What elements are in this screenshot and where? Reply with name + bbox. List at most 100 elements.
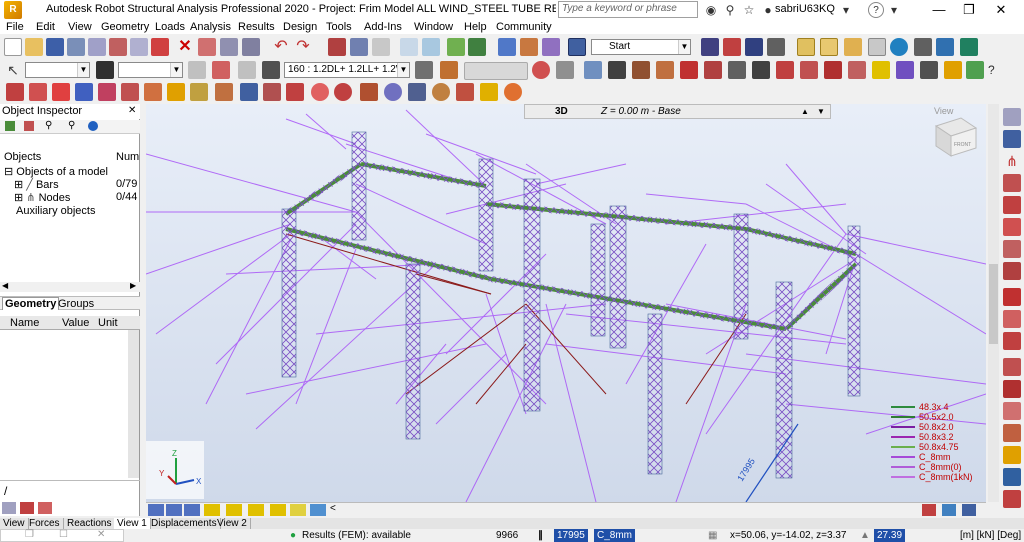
chevron-down-icon[interactable]: ▼ xyxy=(397,63,409,77)
move-icon[interactable] xyxy=(608,61,626,79)
case-icon[interactable] xyxy=(238,61,256,79)
calc-options-icon[interactable] xyxy=(350,38,368,56)
edit-table-icon[interactable] xyxy=(844,38,862,56)
solid-tool-icon[interactable] xyxy=(1003,446,1021,464)
section-tool-icon[interactable] xyxy=(1003,108,1021,126)
connections-icon[interactable] xyxy=(432,83,450,101)
expand-icon[interactable]: ⊞ xyxy=(14,179,23,191)
rotate-icon[interactable] xyxy=(656,61,674,79)
brace-tool-icon[interactable] xyxy=(1003,262,1021,280)
flag-icon[interactable] xyxy=(20,502,34,514)
menu-help[interactable]: Help xyxy=(464,20,487,34)
chart-icon[interactable] xyxy=(936,38,954,56)
star-icon[interactable]: ☆ xyxy=(741,2,757,18)
shape-icon[interactable] xyxy=(966,61,984,79)
redo-icon[interactable]: ↷ xyxy=(294,38,312,56)
scrollbar-thumb[interactable] xyxy=(989,264,998,344)
scroll-left-icon[interactable]: < xyxy=(330,503,336,514)
binoculars-icon[interactable]: ◉ xyxy=(703,2,719,18)
deformation-icon[interactable] xyxy=(286,83,304,101)
hand-icon[interactable] xyxy=(440,61,458,79)
lock-icon[interactable] xyxy=(372,38,390,56)
load-up-icon[interactable] xyxy=(415,61,433,79)
footer-cursor-icon[interactable]: / xyxy=(4,484,7,498)
view-filter-icon[interactable] xyxy=(922,504,936,516)
nodes-icon[interactable] xyxy=(6,83,24,101)
layout-select[interactable]: Start ▼ xyxy=(591,39,691,55)
wall-tool-icon[interactable] xyxy=(1003,402,1021,420)
zoom-window-icon[interactable] xyxy=(422,38,440,56)
load-case-icon[interactable] xyxy=(262,61,280,79)
tree-item-bars[interactable]: ⊞ ╱ Bars 0/79 xyxy=(14,178,138,191)
panels-icon[interactable] xyxy=(190,83,208,101)
chevron-down-icon[interactable]: ▼ xyxy=(678,40,690,54)
fill-view-icon[interactable] xyxy=(290,504,306,516)
cable-tool-icon[interactable] xyxy=(1003,288,1021,306)
menu-design[interactable]: Design xyxy=(283,20,317,34)
status-units[interactable]: [m] [kN] [Deg] xyxy=(960,529,1021,542)
panel-view-icon[interactable] xyxy=(270,504,286,516)
refresh-icon[interactable] xyxy=(24,121,34,131)
grid-snap-icon[interactable]: ▦ xyxy=(708,529,717,542)
delete-tool-icon[interactable] xyxy=(920,61,938,79)
menu-results[interactable]: Results xyxy=(238,20,275,34)
maps-icon[interactable] xyxy=(334,83,352,101)
menu-community[interactable]: Community xyxy=(496,20,552,34)
status-angle[interactable]: 27.39 xyxy=(874,529,906,542)
intersect-icon[interactable] xyxy=(728,61,746,79)
bar-select-icon[interactable]: ∥ xyxy=(538,529,543,542)
screen-capture-icon[interactable] xyxy=(109,38,127,56)
mirror-icon[interactable] xyxy=(680,61,698,79)
save-icon[interactable] xyxy=(46,38,64,56)
extend-icon[interactable] xyxy=(752,61,770,79)
mirror-plane-icon[interactable] xyxy=(704,61,722,79)
grid-icon[interactable] xyxy=(701,38,719,56)
material-tool-icon[interactable] xyxy=(1003,130,1021,148)
bar-selection-icon[interactable] xyxy=(96,61,114,79)
viewport-3d[interactable]: 3D Z = 0.00 m - Base ▲ ▼ 17995 View FRON… xyxy=(146,104,986,502)
tab-groups[interactable]: Groups xyxy=(58,298,94,310)
offset-icon[interactable] xyxy=(632,61,650,79)
filter-objects-icon[interactable] xyxy=(5,121,15,131)
expand-icon[interactable]: ⊞ xyxy=(14,192,23,204)
view-yz-icon[interactable] xyxy=(184,504,200,516)
scroll-right-icon[interactable]: ▶ xyxy=(130,281,136,290)
viewport-v-scrollbar[interactable] xyxy=(988,104,999,502)
tab-reactions[interactable]: Reactions xyxy=(64,518,116,529)
tab-view-2[interactable]: View 2 xyxy=(214,518,251,529)
preview-restore-icon[interactable]: ❐ xyxy=(25,529,34,540)
menu-add-ins[interactable]: Add-Ins xyxy=(364,20,402,34)
view-cube[interactable]: View FRONT xyxy=(934,106,978,157)
close-panel-icon[interactable]: ✕ xyxy=(128,105,136,116)
new-icon[interactable] xyxy=(4,38,22,56)
tab-view-1[interactable]: View 1 xyxy=(114,518,151,529)
tree-root[interactable]: ⊟ Objects of a model xyxy=(4,165,108,178)
render-icon[interactable] xyxy=(504,83,522,101)
column-tool-icon[interactable] xyxy=(1003,218,1021,236)
sections-view-icon[interactable] xyxy=(226,504,242,516)
design-tool-icon[interactable] xyxy=(520,38,538,56)
report-icon[interactable] xyxy=(130,38,148,56)
plant-tool-icon[interactable] xyxy=(468,38,486,56)
scroll-left-icon[interactable]: ◀ xyxy=(2,281,8,290)
shape-view-icon[interactable] xyxy=(248,504,264,516)
symbols-icon[interactable] xyxy=(767,38,785,56)
preferences-icon[interactable] xyxy=(868,38,886,56)
tab-geometry[interactable]: Geometry xyxy=(2,297,60,310)
tab-displacements[interactable]: Displacements xyxy=(148,518,221,529)
tree-expand-icon[interactable]: ⊟ xyxy=(4,166,13,178)
truss-tool-icon[interactable] xyxy=(1003,380,1021,398)
support-tool-icon[interactable] xyxy=(1003,196,1021,214)
menu-geometry[interactable]: Geometry xyxy=(101,20,149,34)
sections-icon[interactable] xyxy=(52,83,70,101)
node-selection-combo[interactable]: ▼ xyxy=(25,62,90,78)
selection-icon[interactable] xyxy=(38,502,52,514)
layout-icon[interactable] xyxy=(568,38,586,56)
load-tool-icon[interactable] xyxy=(1003,490,1021,508)
help-icon[interactable]: ? xyxy=(868,2,884,18)
supports-icon[interactable] xyxy=(121,83,139,101)
tab-view[interactable]: View xyxy=(0,518,29,529)
view-xz-icon[interactable] xyxy=(166,504,182,516)
display-mode-icon[interactable] xyxy=(556,61,574,79)
releases-icon[interactable] xyxy=(98,83,116,101)
